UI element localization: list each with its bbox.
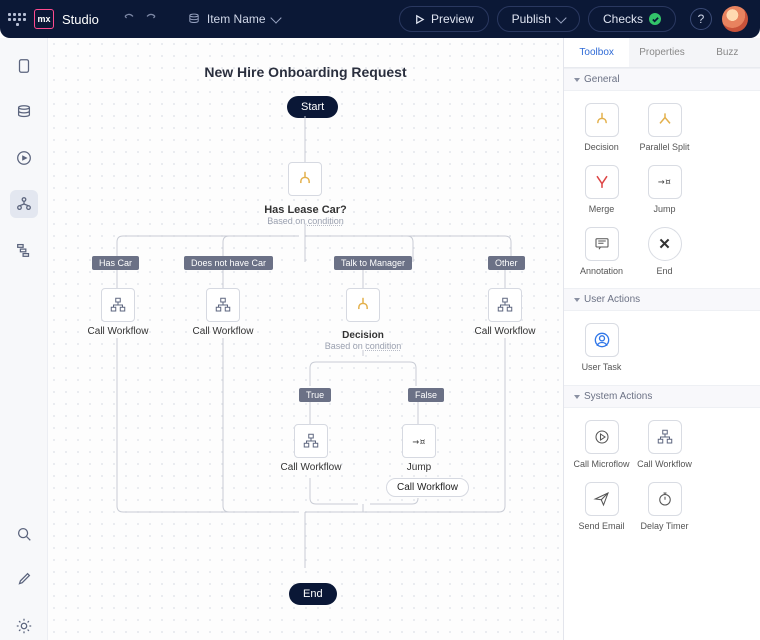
settings-icon[interactable]	[10, 612, 38, 640]
node-label: Call Workflow	[88, 326, 149, 337]
branch-tag-has-car[interactable]: Has Car	[92, 256, 139, 270]
publish-button[interactable]: Publish	[497, 6, 580, 32]
chevron-down-icon	[574, 298, 580, 302]
app-title: Studio	[62, 12, 99, 27]
publish-label: Publish	[512, 12, 551, 26]
decision-1-sub: Based on condition	[48, 216, 563, 226]
left-sidebar	[0, 38, 48, 640]
help-button[interactable]: ?	[690, 8, 712, 30]
decision-node-1[interactable]	[287, 162, 323, 196]
call-workflow-node-4[interactable]: Call Workflow	[276, 424, 346, 473]
node-label: Call Workflow	[475, 326, 536, 337]
checks-ok-icon	[649, 13, 661, 25]
node-label: Call Workflow	[193, 326, 254, 337]
workflow-canvas[interactable]: New Hire Onboarding Request Start Has Le…	[48, 38, 563, 640]
document-name: Item Name	[207, 12, 266, 26]
call-workflow-node-3[interactable]: Call Workflow	[470, 288, 540, 337]
document-selector[interactable]: Item Name	[177, 8, 290, 30]
jump-node[interactable]: →¤ Jump	[384, 424, 454, 473]
tool-decision[interactable]: Decision	[570, 97, 633, 159]
branch-tag-false[interactable]: False	[408, 388, 444, 402]
nav-navigation-icon[interactable]	[10, 236, 38, 264]
nav-workflow-icon[interactable]	[10, 190, 38, 218]
tool-user-task[interactable]: User Task	[570, 317, 633, 379]
nav-pages-icon[interactable]	[10, 52, 38, 80]
tool-annotation[interactable]: Annotation	[570, 221, 633, 283]
decision-node-2[interactable]	[345, 288, 381, 322]
decision-1-label: Has Lease Car?	[48, 204, 563, 216]
branch-tag-no-car[interactable]: Does not have Car	[184, 256, 273, 270]
brand-logo: mx	[34, 9, 54, 29]
apps-launcher-icon[interactable]	[8, 10, 26, 28]
theme-icon[interactable]	[10, 566, 38, 594]
chevron-down-icon	[574, 395, 580, 399]
decision-2-sub: Based on condition	[308, 341, 418, 351]
search-icon[interactable]	[10, 520, 38, 548]
tool-send-email[interactable]: Send Email	[570, 476, 633, 538]
tool-merge[interactable]: Merge	[570, 159, 633, 221]
checks-button[interactable]: Checks	[588, 6, 676, 32]
checks-label: Checks	[603, 12, 643, 26]
node-label: Call Workflow	[281, 462, 342, 473]
preview-label: Preview	[431, 12, 474, 26]
call-workflow-node-1[interactable]: Call Workflow	[83, 288, 153, 337]
chevron-down-icon	[270, 12, 281, 23]
call-workflow-node-2[interactable]: Call Workflow	[188, 288, 258, 337]
user-avatar[interactable]	[722, 6, 748, 32]
tab-buzz[interactable]: Buzz	[695, 38, 760, 67]
branch-tag-true[interactable]: True	[299, 388, 331, 402]
branch-tag-talk-manager[interactable]: Talk to Manager	[334, 256, 412, 270]
node-label: Jump	[407, 462, 431, 473]
right-panel: Toolbox Properties Buzz General Decision…	[563, 38, 760, 640]
tool-end[interactable]: ✕End	[633, 221, 696, 283]
branch-tag-other[interactable]: Other	[488, 256, 525, 270]
redo-button[interactable]	[143, 10, 159, 29]
section-user-actions[interactable]: User Actions	[564, 288, 760, 311]
section-general[interactable]: General	[564, 68, 760, 91]
tool-parallel-split[interactable]: Parallel Split	[633, 97, 696, 159]
workflow-title: New Hire Onboarding Request	[48, 64, 563, 80]
end-node[interactable]: End	[289, 583, 337, 605]
tool-jump[interactable]: →¤Jump	[633, 159, 696, 221]
decision-2-label: Decision	[308, 330, 418, 341]
tab-toolbox[interactable]: Toolbox	[564, 38, 629, 67]
undo-button[interactable]	[121, 10, 137, 29]
tool-call-microflow[interactable]: Call Microflow	[570, 414, 633, 476]
nav-domain-icon[interactable]	[10, 98, 38, 126]
section-system-actions[interactable]: System Actions	[564, 385, 760, 408]
tool-delay-timer[interactable]: Delay Timer	[633, 476, 696, 538]
tool-call-workflow[interactable]: Call Workflow	[633, 414, 696, 476]
start-node[interactable]: Start	[287, 96, 338, 118]
tab-properties[interactable]: Properties	[629, 38, 694, 67]
chevron-down-icon	[574, 78, 580, 82]
nav-microflow-icon[interactable]	[10, 144, 38, 172]
jump-target-pill[interactable]: Call Workflow	[386, 478, 469, 497]
chevron-down-icon	[555, 12, 566, 23]
preview-button[interactable]: Preview	[399, 6, 489, 32]
